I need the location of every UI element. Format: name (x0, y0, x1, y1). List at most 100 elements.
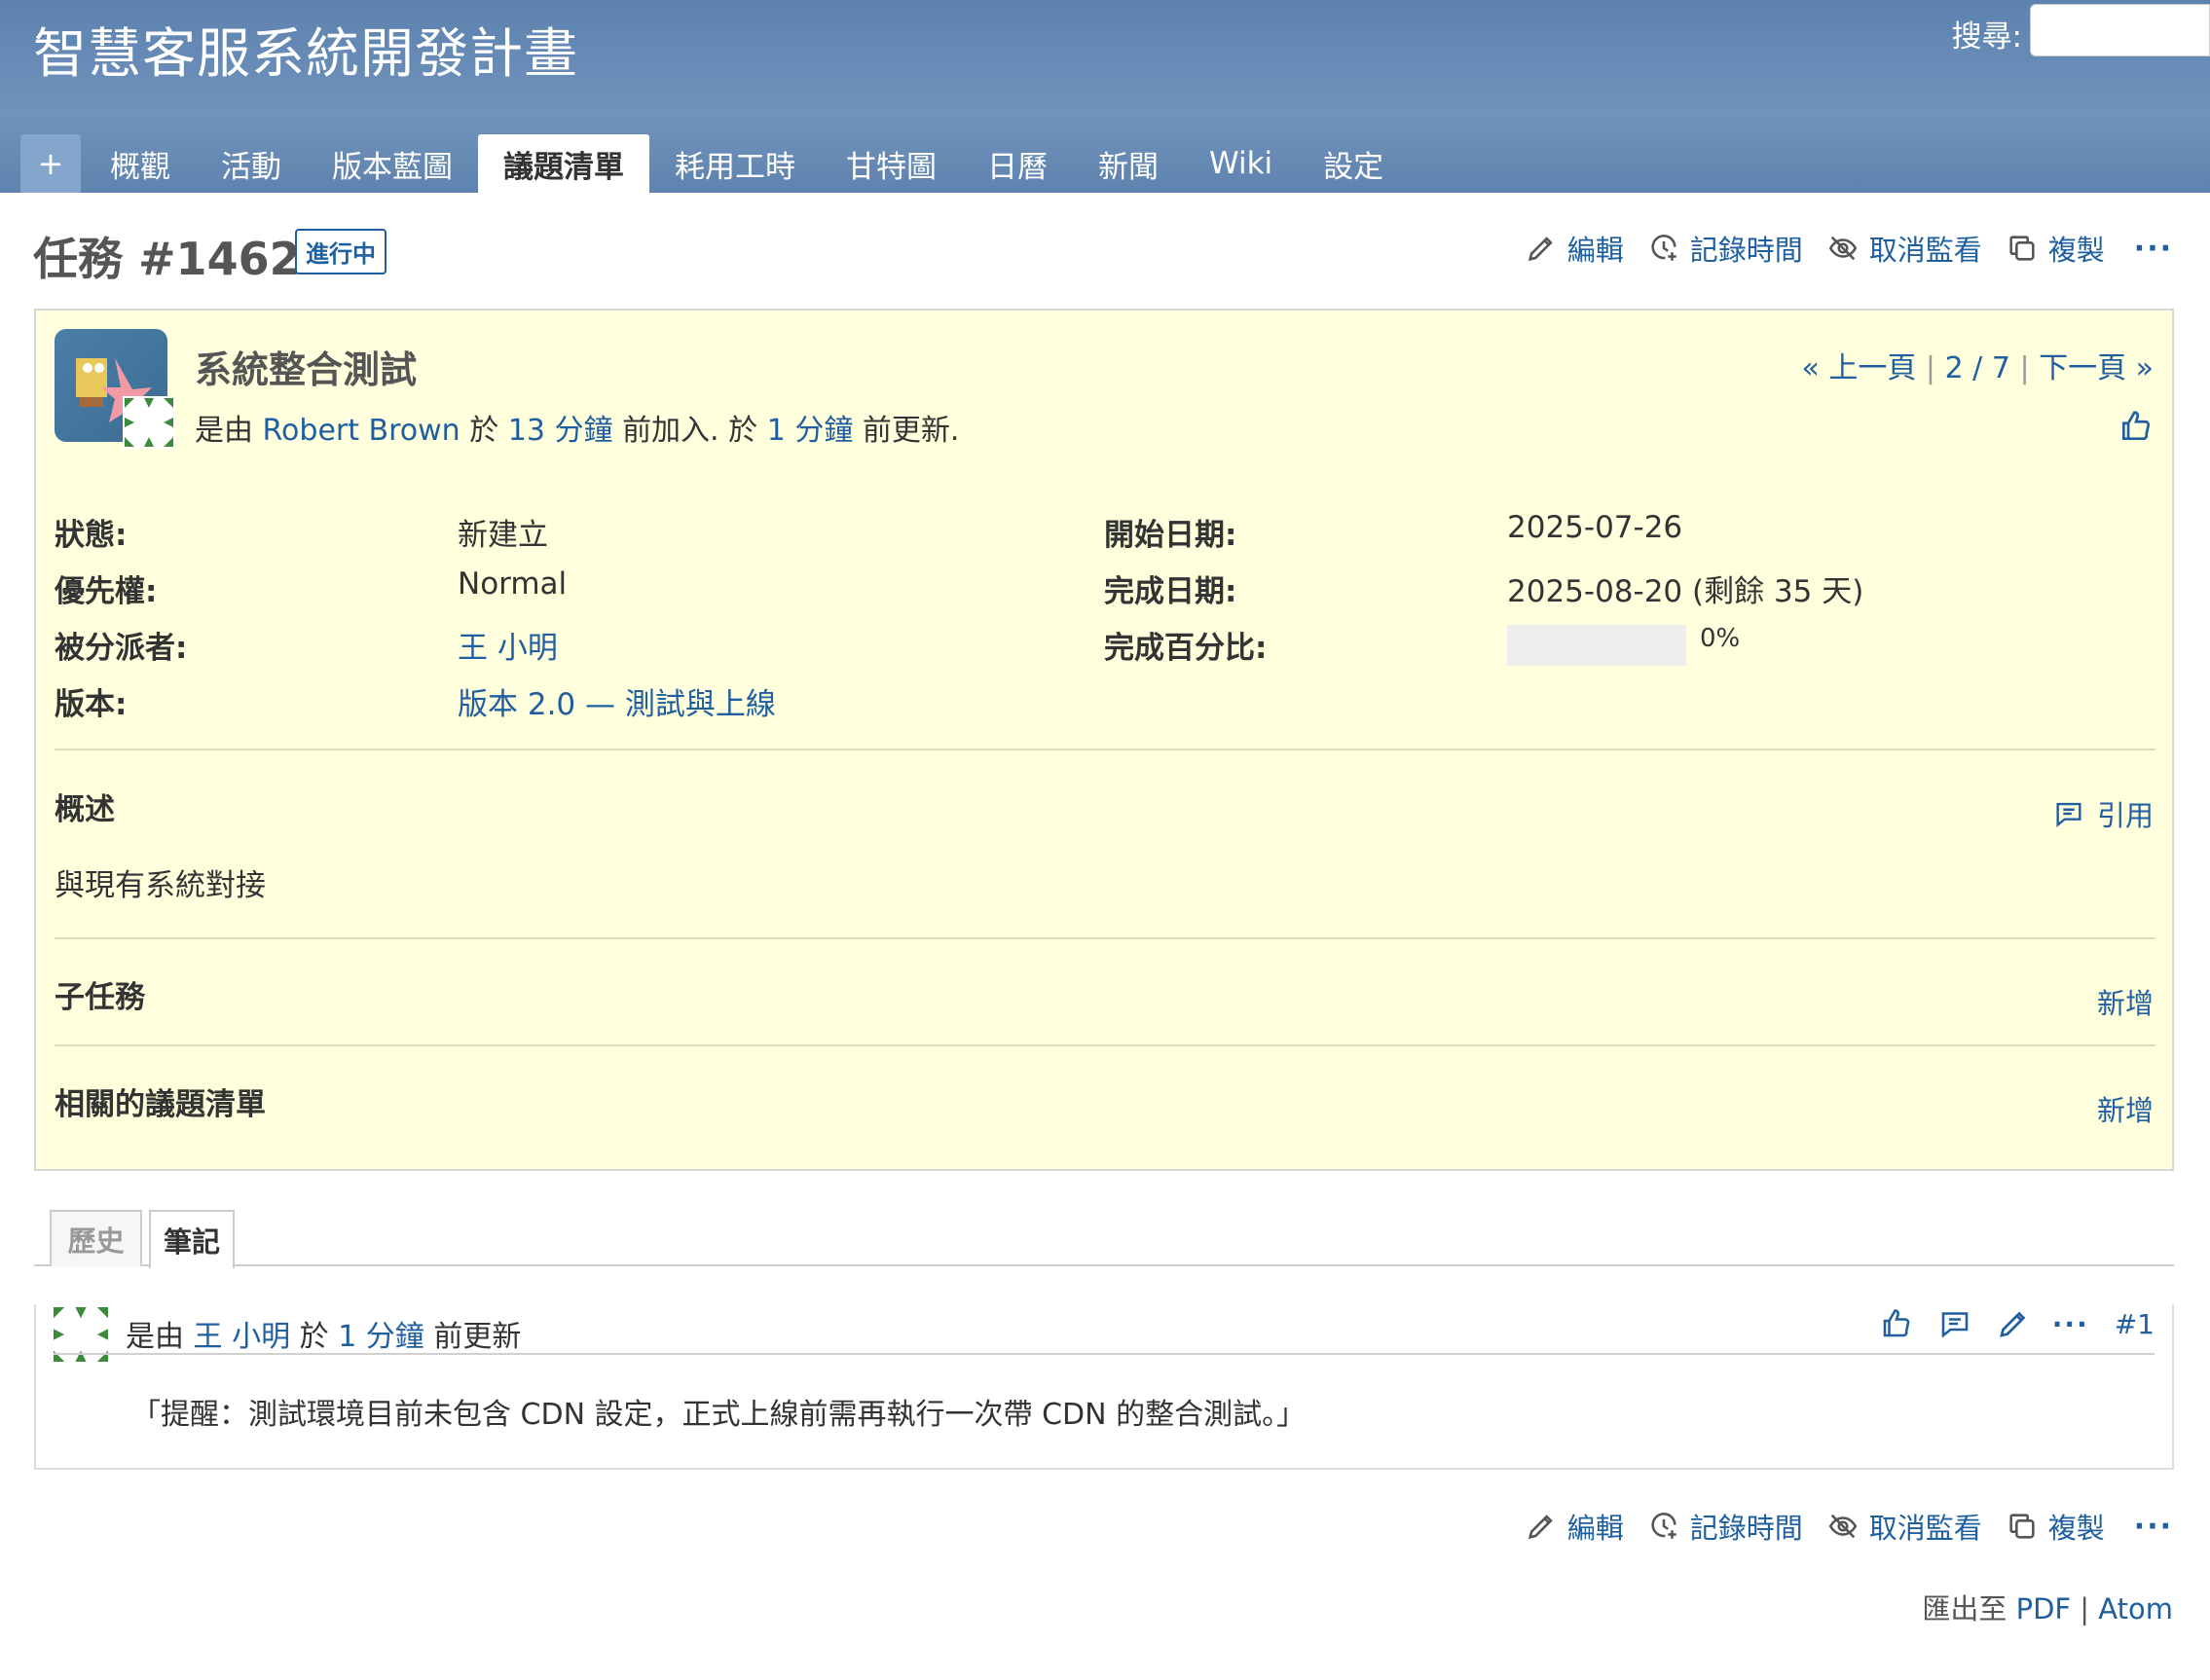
pencil-icon[interactable] (1996, 1306, 2031, 1341)
related-issues-title: 相關的議題清單 (55, 1087, 266, 1122)
journal-time-link[interactable]: 1 分鐘 (338, 1320, 424, 1354)
copy-label: 複製 (2047, 1512, 2105, 1545)
journal-user-link[interactable]: 王 小明 (194, 1320, 291, 1354)
tab-wiki[interactable]: Wiki (1184, 134, 1298, 193)
clock-plus-icon (1651, 235, 1676, 261)
added-time-link[interactable]: 13 分鐘 (508, 414, 613, 448)
journal-suffix: 前更新 (433, 1320, 522, 1354)
export-atom-link[interactable]: Atom (2098, 1592, 2173, 1625)
issue-actions-bottom: 編輯 記錄時間 取消監看 複製 ··· (1501, 1506, 2173, 1547)
copy-icon (2009, 1514, 2035, 1539)
divider (55, 1044, 2155, 1046)
tab-notes[interactable]: 筆記 (149, 1210, 235, 1268)
updated-prefix: 於 (728, 414, 758, 448)
start-date-label: 開始日期: (1104, 518, 1237, 553)
updated-suffix: 前更新. (862, 414, 960, 448)
issue-details: 系統整合測試 是由 Robert Brown 於 13 分鐘 前加入. 於 1 … (34, 309, 2174, 1171)
next-issue-link[interactable]: 下一頁 » (2039, 351, 2154, 385)
comment-icon[interactable] (1937, 1306, 1972, 1341)
version-link[interactable]: 版本 2.0 — 測試與上線 (458, 679, 776, 723)
thumbs-up-icon[interactable] (1879, 1306, 1914, 1341)
added-suffix: 前加入. (622, 414, 719, 448)
tab-new-object[interactable]: + (20, 134, 81, 193)
tab-gantt[interactable]: 甘特圖 (821, 134, 962, 193)
export-pdf-link[interactable]: PDF (2016, 1592, 2072, 1625)
search-input[interactable] (2030, 4, 2210, 56)
tab-calendar[interactable]: 日曆 (962, 134, 1073, 193)
add-subtask-link[interactable]: 新增 (2097, 981, 2154, 1022)
add-related-issue-link[interactable]: 新增 (2097, 1088, 2154, 1129)
thumbs-up-icon[interactable] (2118, 408, 2155, 445)
more-actions-button[interactable]: ··· (2134, 232, 2173, 266)
unwatch-label: 取消監看 (1868, 1512, 1982, 1545)
edit-button[interactable]: 編輯 (1525, 228, 1624, 269)
issue-actions-top: 編輯 記錄時間 取消監看 複製 ··· (1501, 228, 2173, 269)
status-badge: 進行中 (295, 229, 387, 274)
status-label: 狀態: (55, 518, 128, 553)
edit-label: 編輯 (1566, 234, 1624, 267)
edit-label: 編輯 (1566, 1512, 1624, 1545)
project-title[interactable]: 智慧客服系統開發計畫 (33, 10, 578, 88)
issue-position-link[interactable]: 2 / 7 (1945, 351, 2010, 385)
unwatch-button[interactable]: 取消監看 (1826, 1506, 1982, 1547)
identicon-image (125, 398, 173, 447)
eye-off-icon (1828, 1514, 1857, 1539)
tab-settings[interactable]: 設定 (1298, 134, 1409, 193)
export-prefix: 匯出至 (1922, 1592, 2007, 1625)
issue-title: 任務 #1462 (33, 233, 301, 285)
author-line: 是由 Robert Brown 於 13 分鐘 前加入. 於 1 分鐘 前更新. (195, 406, 959, 449)
main-menu: + 概觀 活動 版本藍圖 議題清單 耗用工時 甘特圖 日曆 新聞 Wiki 設定 (20, 134, 1409, 193)
done-ratio-label: 完成百分比: (1104, 631, 1268, 666)
edit-button[interactable]: 編輯 (1525, 1506, 1624, 1547)
progress-percent: 0% (1700, 624, 1741, 653)
tab-issues[interactable]: 議題清單 (478, 134, 649, 193)
version-label: 版本: (55, 687, 128, 722)
journal-note: 「提醒：測試環境目前未包含 CDN 設定，正式上線前需再執行一次帶 CDN 的整… (131, 1398, 1307, 1432)
journal-number-link[interactable]: #1 (2115, 1308, 2155, 1340)
journal-actions: ··· #1 (1856, 1306, 2155, 1341)
export-separator: | (2080, 1592, 2090, 1625)
journal-mid: 於 (299, 1320, 329, 1354)
history-tabs: 歷史 筆記 (34, 1210, 2174, 1268)
more-actions-button[interactable]: ··· (2134, 1510, 2173, 1544)
copy-icon (2009, 236, 2035, 261)
tab-history[interactable]: 歷史 (50, 1210, 142, 1266)
due-date-value: 2025-08-20 (剩餘 35 天) (1507, 574, 1864, 609)
divider (54, 1353, 2155, 1355)
journal-header: 是由 王 小明 於 1 分鐘 前更新 (126, 1312, 521, 1355)
quote-label: 引用 (2096, 799, 2154, 832)
assignee-link[interactable]: 王 小明 (458, 623, 558, 667)
copy-button[interactable]: 複製 (2006, 228, 2105, 269)
priority-value: Normal (458, 566, 568, 602)
pencil-icon (1528, 1515, 1553, 1540)
author-link[interactable]: Robert Brown (263, 414, 460, 448)
copy-button[interactable]: 複製 (2006, 1506, 2105, 1547)
tab-time-entries[interactable]: 耗用工時 (649, 134, 821, 193)
priority-label: 優先權: (55, 574, 158, 609)
unwatch-button[interactable]: 取消監看 (1826, 228, 1982, 269)
journal-more-button[interactable]: ··· (2052, 1308, 2089, 1340)
tab-activity[interactable]: 活動 (196, 134, 307, 193)
subtasks-title: 子任務 (55, 980, 145, 1015)
comment-icon (2056, 802, 2081, 827)
user-identicon (123, 396, 175, 449)
log-time-button[interactable]: 記錄時間 (1647, 228, 1803, 269)
description-title: 概述 (55, 792, 115, 827)
tab-roadmap[interactable]: 版本藍圖 (307, 134, 478, 193)
log-time-label: 記錄時間 (1689, 1512, 1803, 1545)
header: 智慧客服系統開發計畫 搜尋: + 概觀 活動 版本藍圖 議題清單 耗用工時 甘特… (0, 0, 2210, 193)
prev-issue-link[interactable]: « 上一頁 (1801, 351, 1916, 385)
tab-news[interactable]: 新聞 (1073, 134, 1184, 193)
tab-overview[interactable]: 概觀 (85, 134, 196, 193)
updated-time-link[interactable]: 1 分鐘 (767, 414, 854, 448)
log-time-button[interactable]: 記錄時間 (1647, 1506, 1803, 1547)
start-date-value: 2025-07-26 (1507, 510, 1683, 545)
added-prefix: 於 (469, 414, 499, 448)
author-prefix: 是由 (195, 414, 253, 448)
divider (55, 937, 2155, 939)
export-links: 匯出至 PDF | Atom (1922, 1587, 2173, 1627)
due-date-label: 完成日期: (1104, 574, 1237, 609)
assignee-label: 被分派者: (55, 631, 188, 666)
quote-button[interactable]: 引用 (2052, 793, 2154, 834)
issue-subject: 系統整合測試 (195, 348, 418, 391)
